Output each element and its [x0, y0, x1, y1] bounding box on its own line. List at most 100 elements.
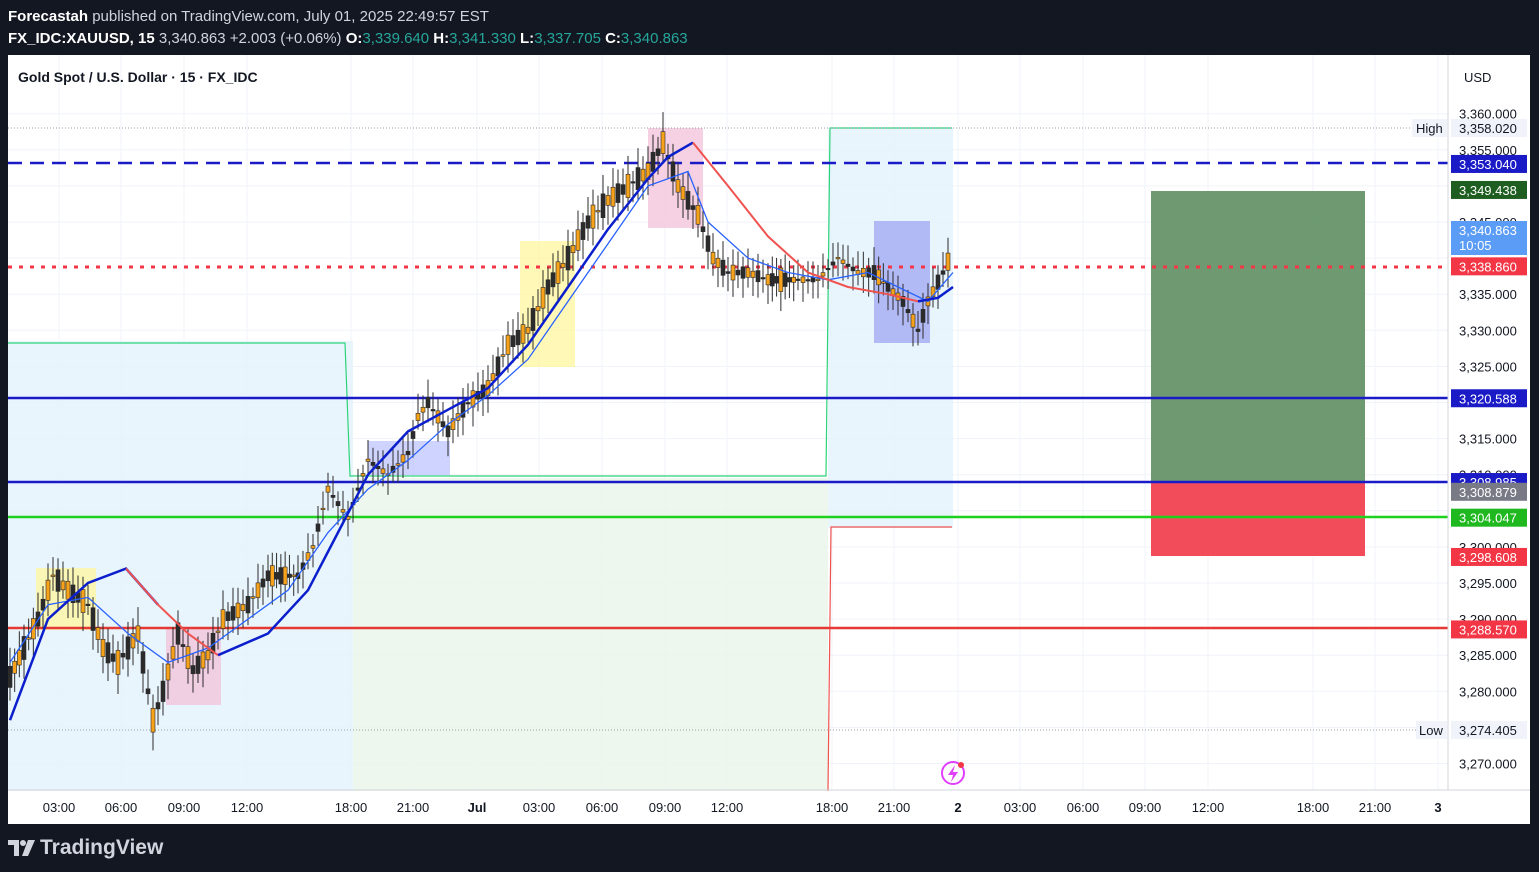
candle-body: [425, 396, 431, 409]
candle-body: [220, 609, 226, 629]
candle-body: [465, 402, 471, 405]
candle-body: [730, 264, 736, 281]
candle-body: [630, 181, 636, 184]
tradingview-footer: TradingView: [8, 836, 163, 860]
candle-body: [310, 545, 316, 549]
candle-body: [715, 257, 721, 268]
candle-body: [245, 596, 251, 614]
candle-body: [920, 309, 926, 323]
candle-body: [905, 309, 911, 314]
candle-body: [7, 665, 13, 688]
time-tick-label: 21:00: [1359, 800, 1392, 815]
candle-body: [165, 663, 171, 681]
candle-body: [710, 251, 716, 265]
candle-body: [615, 183, 621, 203]
time-tick-label: 03:00: [43, 800, 76, 815]
candle-body: [55, 569, 61, 592]
candle-body: [110, 653, 116, 662]
candle-body: [735, 269, 741, 276]
candle-body: [510, 335, 516, 347]
candle-body: [778, 267, 784, 292]
candle-body: [810, 277, 816, 283]
chart-header: Forecastah published on TradingView.com,…: [8, 6, 688, 50]
candle-body: [380, 468, 386, 474]
low-value: 3,337.705: [534, 30, 601, 47]
candle-body: [180, 644, 186, 647]
stop-zone[interactable]: [1151, 481, 1365, 556]
time-tick-label: 18:00: [335, 800, 368, 815]
candle-body: [620, 184, 626, 195]
time-tick-label: 21:00: [397, 800, 430, 815]
author-name[interactable]: Forecastah: [8, 8, 88, 25]
candle-body: [890, 288, 896, 296]
currency-label[interactable]: USD: [1464, 70, 1491, 85]
candle-body: [650, 151, 656, 172]
candle-body: [535, 306, 541, 312]
candle-body: [115, 650, 121, 675]
price-tick-label: 3,280.000: [1459, 684, 1517, 699]
candle-body: [225, 611, 231, 621]
time-tick-label: 09:00: [649, 800, 682, 815]
current-price-value: 3,340.863: [1459, 223, 1517, 238]
candle-body: [585, 215, 591, 229]
candle-body: [525, 326, 531, 334]
time-tick-label: 21:00: [878, 800, 911, 815]
candle-body: [690, 205, 696, 210]
candle-body: [269, 565, 275, 587]
time-tick-label: Jul: [468, 800, 487, 815]
candle-body: [420, 406, 426, 413]
price-tag-label: 3,304.047: [1459, 511, 1517, 526]
time-tick-label: 03:00: [523, 800, 556, 815]
candle-body: [774, 276, 779, 284]
candle-body: [40, 598, 46, 611]
price-tick-label: 3,335.000: [1459, 287, 1517, 302]
candle-body: [655, 148, 661, 156]
close-label: C:: [605, 30, 621, 47]
candle-body: [760, 277, 766, 280]
candle-body: [850, 266, 856, 272]
time-tick-label: 06:00: [1067, 800, 1100, 815]
candle-body: [215, 630, 221, 633]
candle-body: [755, 270, 761, 283]
publish-info: published on TradingView.com, July 01, 2…: [92, 8, 489, 25]
candle-body: [675, 179, 681, 193]
candle-body: [105, 642, 111, 664]
candle-body: [885, 282, 891, 292]
candle-body: [190, 665, 196, 675]
candle-body: [700, 226, 706, 232]
target-zone[interactable]: [1151, 191, 1365, 481]
candle-body: [120, 652, 126, 658]
candle-body: [100, 639, 106, 657]
price-tag-label: 3,298.608: [1459, 550, 1517, 565]
time-tick-label: 12:00: [1192, 800, 1225, 815]
candle-body: [230, 606, 236, 621]
candle-body: [430, 409, 436, 412]
price-tick-label: 3,325.000: [1459, 359, 1517, 374]
chart-container[interactable]: Gold Spot / U.S. Dollar · 15 · FX_IDC US…: [7, 55, 1530, 824]
time-tick-label: 2: [954, 800, 961, 815]
price-tag-label: 3,320.588: [1459, 391, 1517, 406]
ohlc-line: FX_IDC:XAUUSD, 15 3,340.863 +2.003 (+0.0…: [8, 28, 688, 50]
candle-body: [945, 252, 951, 271]
candle-body: [240, 604, 246, 611]
candle-body: [495, 356, 501, 377]
candle-body: [570, 245, 576, 254]
candle-body: [150, 707, 156, 733]
price-tick-label: 3,270.000: [1459, 757, 1517, 772]
price-chart[interactable]: Gold Spot / U.S. Dollar · 15 · FX_IDC US…: [7, 55, 1530, 824]
candle-body: [90, 607, 96, 631]
time-tick-label: 18:00: [816, 800, 849, 815]
candle-body: [560, 262, 566, 268]
candle-body: [155, 702, 161, 710]
candle-body: [170, 646, 176, 660]
candle-body: [590, 204, 596, 229]
candle-body: [680, 186, 686, 200]
time-axis[interactable]: 03:00 06:00 09:00 12:00 18:00 21:00 Jul 03:00 06…: [43, 800, 1442, 815]
symbol-label: FX_IDC:XAUUSD, 15: [8, 30, 155, 47]
candle-body: [881, 281, 886, 284]
candle-body: [505, 334, 511, 355]
candle-body: [625, 173, 631, 198]
lightning-icon[interactable]: [941, 761, 965, 785]
candle-body: [530, 308, 536, 331]
candle-body: [555, 261, 561, 284]
